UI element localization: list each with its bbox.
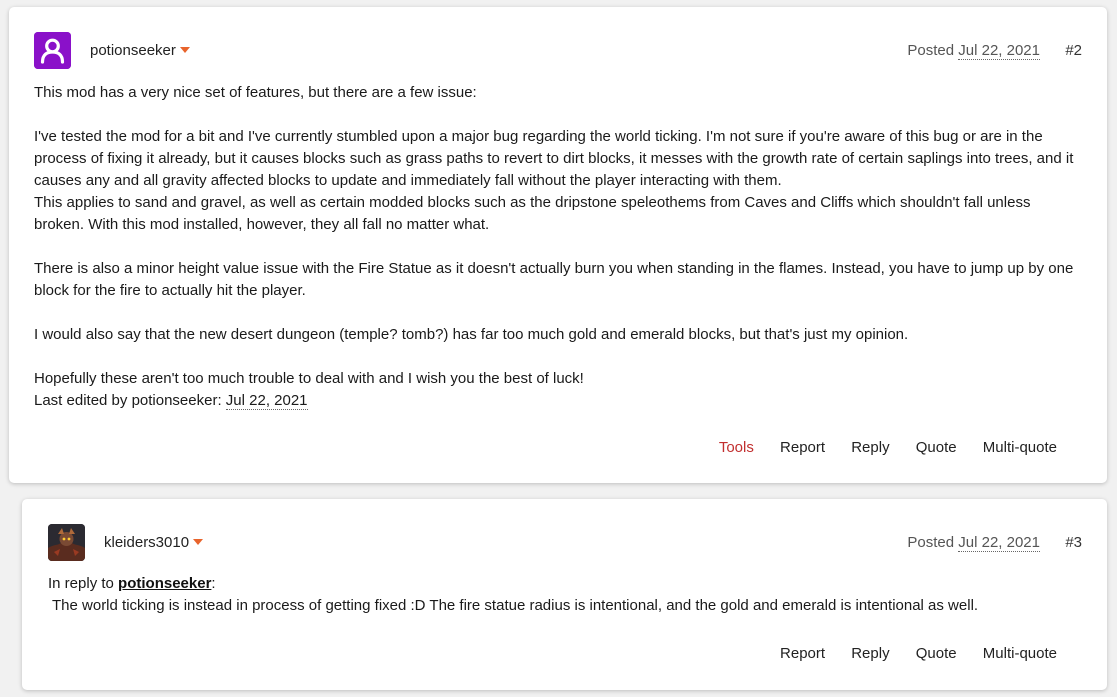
post-paragraph: The world ticking is instead in process … — [52, 597, 979, 614]
multi-quote-button[interactable]: Multi-quote — [983, 645, 1057, 662]
post-paragraph: This mod has a very nice set of features… — [34, 84, 477, 101]
tools-button[interactable]: Tools — [719, 439, 754, 456]
post-actions: Tools Report Reply Quote Multi-quote — [697, 439, 1057, 456]
username-text[interactable]: potionseeker — [90, 42, 176, 59]
caret-down-icon[interactable] — [193, 539, 204, 545]
post-body: In reply to potionseeker: The world tick… — [48, 573, 1088, 617]
posted-label: Posted — [907, 42, 955, 59]
post-date: Jul 22, 2021 — [958, 42, 1040, 60]
post-paragraph: Hopefully these aren't too much trouble … — [34, 370, 584, 387]
post-actions: Report Reply Quote Multi-quote — [758, 645, 1057, 662]
avatar[interactable] — [34, 32, 71, 69]
post-number[interactable]: #2 — [1065, 42, 1082, 59]
last-edited-date: Jul 22, 2021 — [225, 392, 308, 410]
caret-down-icon[interactable] — [179, 47, 190, 53]
in-reply-label: In reply to — [48, 575, 114, 592]
report-button[interactable]: Report — [780, 439, 825, 456]
avatar[interactable] — [48, 524, 85, 561]
post-date: Jul 22, 2021 — [958, 534, 1040, 552]
reply-button[interactable]: Reply — [851, 439, 889, 456]
multi-quote-button[interactable]: Multi-quote — [983, 439, 1057, 456]
person-outline-icon — [34, 32, 71, 69]
last-edited-label: Last edited by potionseeker: — [34, 392, 222, 409]
in-reply-colon: : — [211, 575, 216, 592]
username[interactable]: kleiders3010 — [104, 534, 204, 551]
post-paragraph: I've tested the mod for a bit and I've c… — [34, 128, 1074, 189]
quote-button[interactable]: Quote — [916, 645, 957, 662]
post-timestamp: Posted Jul 22, 2021 — [907, 42, 1040, 60]
post-number[interactable]: #3 — [1065, 534, 1082, 551]
post-paragraph: There is also a minor height value issue… — [34, 260, 1074, 299]
in-reply-user-link[interactable]: potionseeker — [118, 575, 211, 592]
post-paragraph: This applies to sand and gravel, as well… — [34, 194, 1031, 233]
quote-button[interactable]: Quote — [916, 439, 957, 456]
post-body: This mod has a very nice set of features… — [34, 82, 1084, 412]
reply-button[interactable]: Reply — [851, 645, 889, 662]
posted-label: Posted — [907, 534, 955, 551]
character-avatar-icon — [48, 524, 85, 561]
post-paragraph: I would also say that the new desert dun… — [34, 326, 909, 343]
report-button[interactable]: Report — [780, 645, 825, 662]
forum-post: potionseeker Posted Jul 22, 2021 #2 This… — [9, 7, 1107, 483]
post-timestamp: Posted Jul 22, 2021 — [907, 534, 1040, 552]
username[interactable]: potionseeker — [90, 42, 190, 59]
last-edited: Last edited by potionseeker: Jul 22, 202… — [34, 390, 1084, 412]
username-text[interactable]: kleiders3010 — [104, 534, 189, 551]
in-reply-to: In reply to potionseeker: — [48, 573, 1088, 595]
forum-post: kleiders3010 Posted Jul 22, 2021 #3 In r… — [22, 499, 1107, 690]
